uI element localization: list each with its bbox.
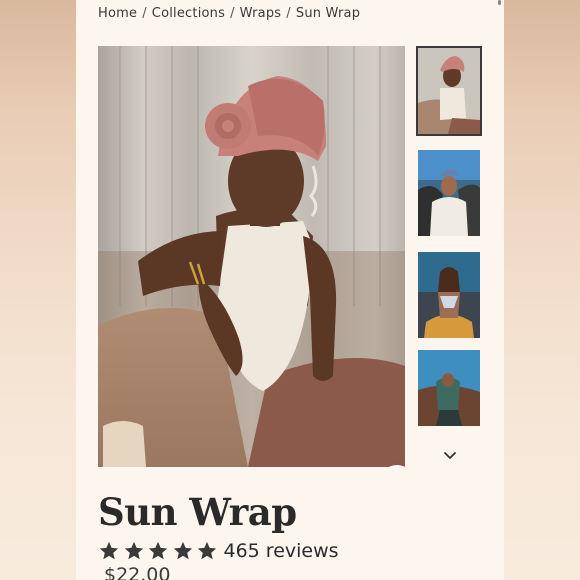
star-rating [98,540,221,562]
star-icon [124,541,143,560]
breadcrumb: Home / Collections / Wraps / Sun Wrap [98,6,360,21]
thumbnail-1[interactable] [418,48,480,134]
review-count-link[interactable]: 465 reviews [224,540,339,562]
thumbnail-image [418,252,480,338]
star-icon [197,541,217,560]
breadcrumb-separator: / [230,6,235,21]
thumbnail-image [418,48,480,134]
breadcrumb-current: Sun Wrap [295,6,361,21]
product-price: $22.00 [104,564,171,580]
product-page: Home / Collections / Wraps / Sun Wrap Su… [76,0,504,580]
product-photo [98,46,405,467]
thumbnail-3[interactable] [418,252,480,338]
breadcrumb-home[interactable]: Home [98,6,137,21]
thumbnail-image [418,350,480,426]
chevron-down-icon [444,452,456,459]
thumbnail-image [418,150,480,236]
thumbnail-next-button[interactable] [440,446,460,466]
main-product-image[interactable] [98,46,405,467]
breadcrumb-collections[interactable]: Collections [152,6,225,21]
star-icon [148,541,168,560]
product-rating[interactable]: 465 reviews [98,540,339,562]
breadcrumb-separator: / [286,6,291,21]
star-icon [173,541,192,560]
product-title: Sun Wrap [98,490,297,534]
thumbnail-4[interactable] [418,350,480,436]
scrollbar-indicator [498,0,501,5]
thumbnail-2[interactable] [418,150,480,236]
star-icon [99,541,119,560]
breadcrumb-separator: / [142,6,147,21]
breadcrumb-wraps[interactable]: Wraps [240,6,282,21]
